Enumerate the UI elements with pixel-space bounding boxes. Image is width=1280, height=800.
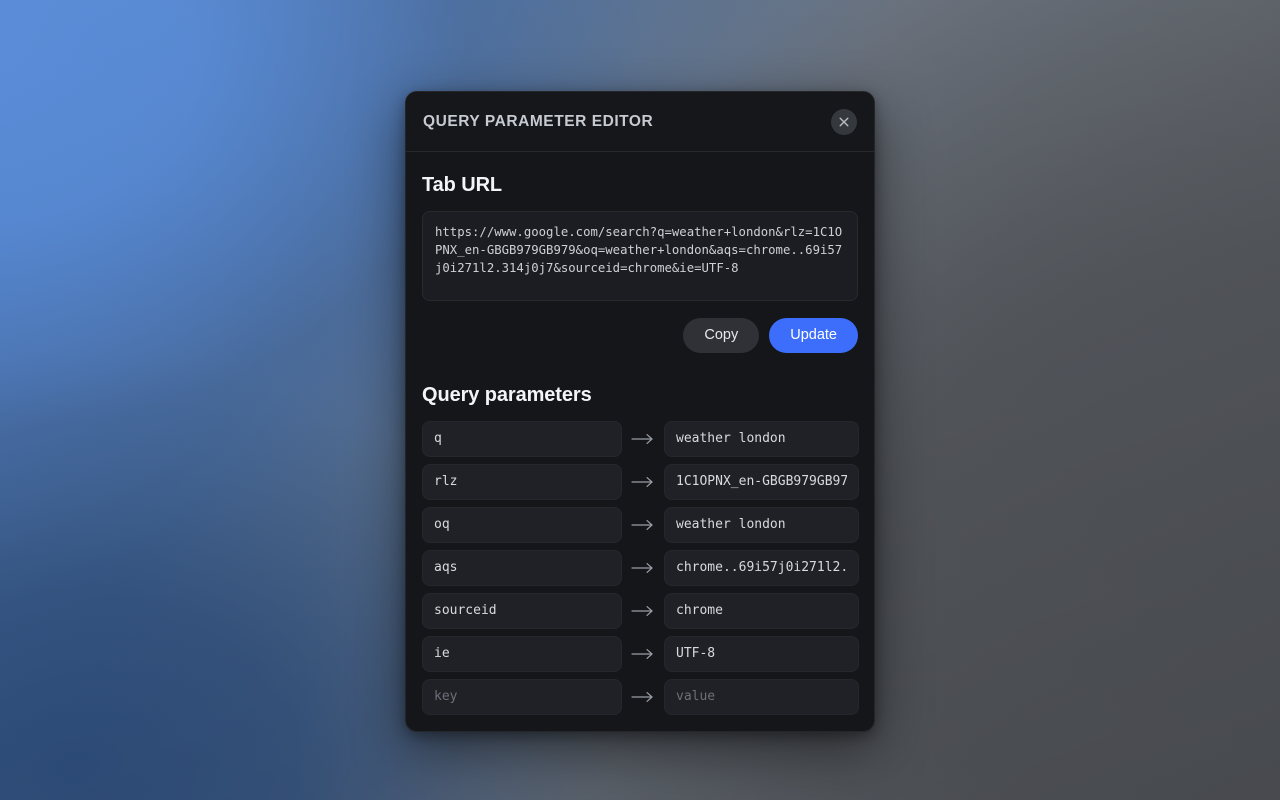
param-value-input[interactable] [664,549,859,586]
update-button[interactable]: Update [769,318,858,353]
panel-header: QUERY PARAMETER EDITOR [406,92,874,152]
arrow-right-icon [622,605,664,617]
param-key-input[interactable] [422,678,622,715]
param-row [422,592,859,629]
url-action-buttons: Copy Update [422,318,858,353]
query-parameter-list [422,420,859,715]
close-button[interactable] [831,108,857,135]
param-value-input[interactable] [664,420,859,457]
param-key-input[interactable] [422,420,622,457]
param-key-input[interactable] [422,549,622,586]
arrow-right-icon [622,691,664,703]
param-row [422,420,859,457]
query-parameters-heading: Query parameters [422,383,592,406]
param-key-input[interactable] [422,635,622,672]
param-value-input[interactable] [664,635,859,672]
param-row [422,678,859,715]
query-parameter-editor-panel: QUERY PARAMETER EDITOR Tab URL https://w… [405,91,875,732]
param-key-input[interactable] [422,463,622,500]
param-value-input[interactable] [664,506,859,543]
param-key-input[interactable] [422,592,622,629]
arrow-right-icon [622,476,664,488]
arrow-right-icon [622,519,664,531]
param-row [422,463,859,500]
param-row [422,635,859,672]
page-title: QUERY PARAMETER EDITOR [423,112,654,130]
arrow-right-icon [622,433,664,445]
close-icon [838,116,850,128]
tab-url-textarea[interactable]: https://www.google.com/search?q=weather+… [422,211,858,301]
tab-url-heading: Tab URL [422,174,503,196]
arrow-right-icon [622,648,664,660]
arrow-right-icon [622,562,664,574]
panel-body: Tab URL https://www.google.com/search?q=… [406,152,874,731]
param-value-input[interactable] [664,592,859,629]
param-value-input[interactable] [664,463,859,500]
param-value-input[interactable] [664,678,859,715]
copy-button[interactable]: Copy [683,318,760,353]
param-row [422,506,859,543]
param-row [422,549,859,586]
param-key-input[interactable] [422,506,622,543]
